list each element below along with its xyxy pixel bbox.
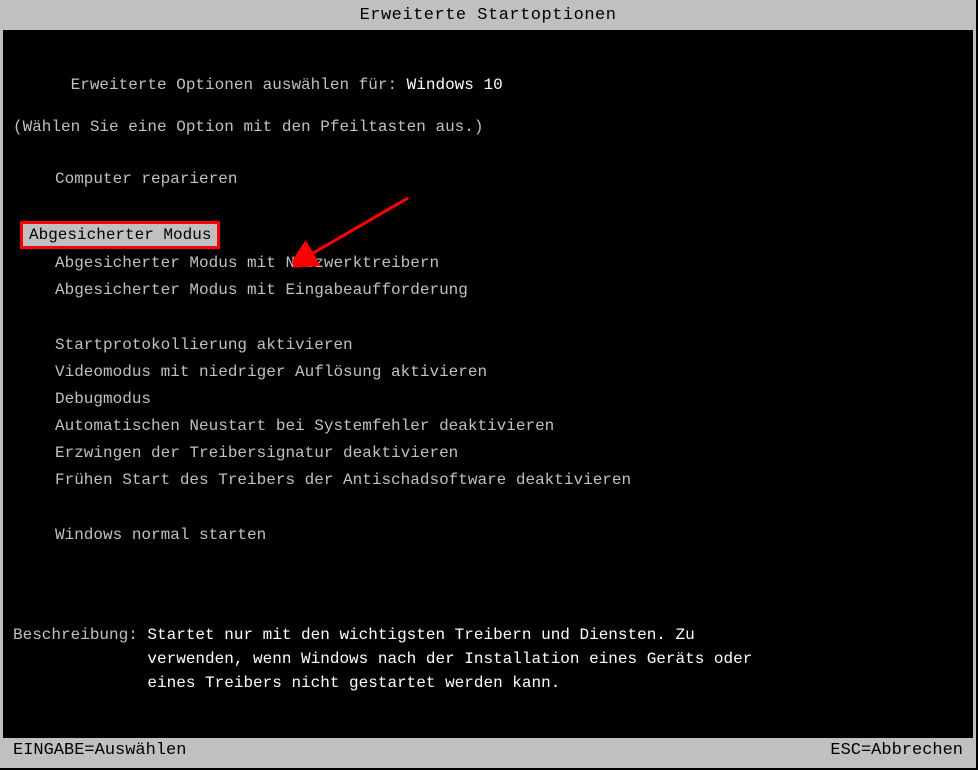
description-block: Beschreibung: Startet nur mit den wichti… xyxy=(13,626,963,698)
header-line: Erweiterte Optionen auswählen für: Windo… xyxy=(13,58,963,112)
description-line-2: verwenden, wenn Windows nach der Install… xyxy=(13,650,963,668)
option-start-normally[interactable]: Windows normal starten xyxy=(51,522,963,548)
option-safe-mode-wrap: Abgesicherter Modus xyxy=(51,222,963,249)
option-safe-mode-command-prompt[interactable]: Abgesicherter Modus mit Eingabeaufforder… xyxy=(51,277,963,303)
description-label: Beschreibung: xyxy=(13,626,147,644)
description-text-2: verwenden, wenn Windows nach der Install… xyxy=(147,650,752,668)
footer-enter-hint: EINGABE=Auswählen xyxy=(13,741,186,760)
option-debug-mode[interactable]: Debugmodus xyxy=(51,386,963,412)
option-disable-auto-restart[interactable]: Automatischen Neustart bei Systemfehler … xyxy=(51,413,963,439)
option-safe-mode-networking[interactable]: Abgesicherter Modus mit Netzwerktreibern xyxy=(51,250,963,276)
footer-esc-hint: ESC=Abbrechen xyxy=(830,741,963,760)
description-text-3: eines Treibers nicht gestartet werden ka… xyxy=(147,674,560,692)
description-text-1: Startet nur mit den wichtigsten Treibern… xyxy=(147,626,694,644)
option-disable-driver-sig[interactable]: Erzwingen der Treibersignatur deaktivier… xyxy=(51,440,963,466)
option-enable-boot-logging[interactable]: Startprotokollierung aktivieren xyxy=(51,332,963,358)
content-area: Erweiterte Optionen auswählen für: Windo… xyxy=(3,30,973,738)
header-prompt: Erweiterte Optionen auswählen für: xyxy=(71,76,407,94)
group-spacer xyxy=(51,193,963,221)
option-low-res-video[interactable]: Videomodus mit niedriger Auflösung aktiv… xyxy=(51,359,963,385)
option-disable-early-launch-antimalware[interactable]: Frühen Start des Treibers der Antischads… xyxy=(51,467,963,493)
options-list: Computer reparieren Abgesicherter Modus … xyxy=(51,166,963,548)
option-repair-computer[interactable]: Computer reparieren xyxy=(51,166,963,192)
boot-options-window: Erweiterte Startoptionen Erweiterte Opti… xyxy=(0,0,976,768)
title-bar: Erweiterte Startoptionen xyxy=(3,3,973,30)
option-safe-mode[interactable]: Abgesicherter Modus xyxy=(21,222,219,248)
os-name: Windows 10 xyxy=(407,76,503,94)
header-hint: (Wählen Sie eine Option mit den Pfeiltas… xyxy=(13,118,963,136)
group-spacer xyxy=(51,494,963,522)
description-line-1: Beschreibung: Startet nur mit den wichti… xyxy=(13,626,963,644)
group-spacer xyxy=(51,304,963,332)
description-line-3: eines Treibers nicht gestartet werden ka… xyxy=(13,674,963,692)
window-title: Erweiterte Startoptionen xyxy=(360,6,617,25)
footer-bar: EINGABE=Auswählen ESC=Abbrechen xyxy=(3,738,973,765)
